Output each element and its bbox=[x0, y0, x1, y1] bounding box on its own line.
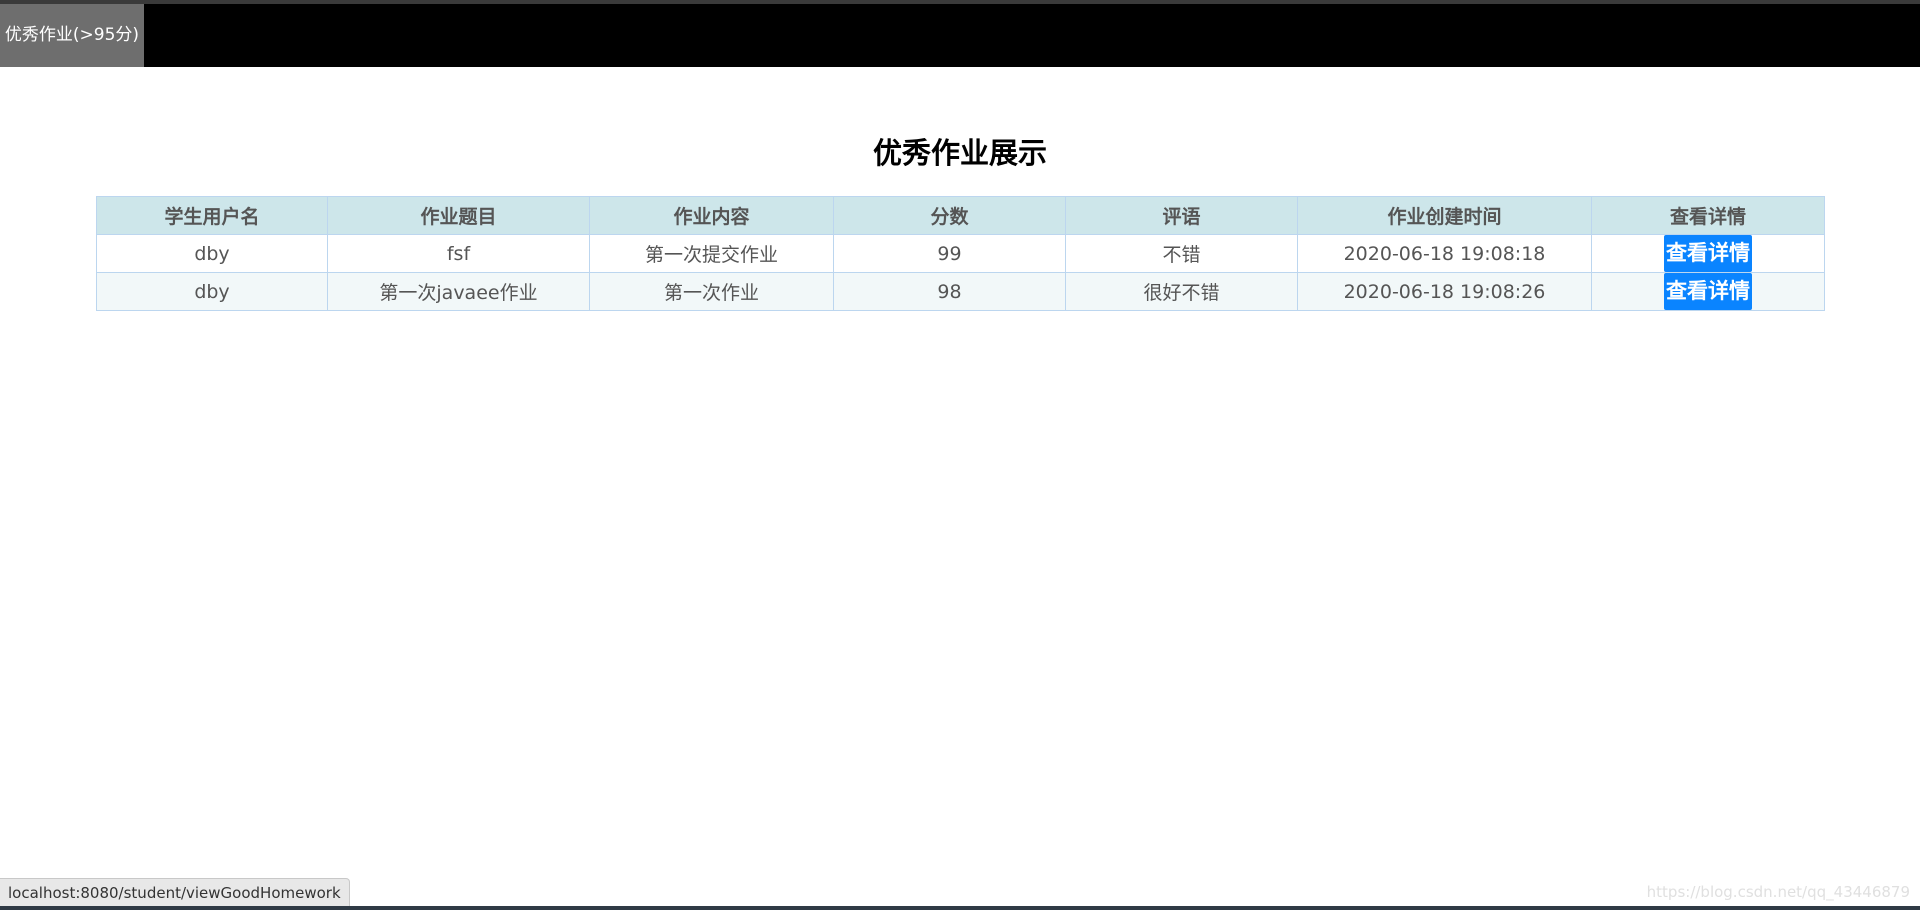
homework-table: 学生用户名 作业题目 作业内容 分数 评语 作业创建时间 查看详情 dby fs… bbox=[96, 196, 1825, 311]
cell-content: 第一次作业 bbox=[589, 272, 834, 311]
cell-homework-title: fsf bbox=[327, 234, 590, 273]
page-title: 优秀作业展示 bbox=[872, 136, 1047, 170]
nav-tab-good-homework[interactable]: 优秀作业(>95分) bbox=[0, 4, 144, 67]
cell-details: 查看详情 bbox=[1591, 234, 1825, 273]
table-header-row: 学生用户名 作业题目 作业内容 分数 评语 作业创建时间 查看详情 bbox=[96, 196, 1825, 235]
column-header-created-at: 作业创建时间 bbox=[1297, 196, 1592, 235]
column-header-comment: 评语 bbox=[1065, 196, 1298, 235]
cell-username: dby bbox=[96, 272, 328, 311]
column-header-details: 查看详情 bbox=[1591, 196, 1825, 235]
column-header-score: 分数 bbox=[833, 196, 1066, 235]
table-row: dby 第一次javaee作业 第一次作业 98 很好不错 2020-06-18… bbox=[96, 272, 1825, 311]
cell-score: 98 bbox=[833, 272, 1066, 311]
column-header-content: 作业内容 bbox=[589, 196, 834, 235]
window-bottom-border bbox=[0, 906, 1920, 910]
column-header-homework-title: 作业题目 bbox=[327, 196, 590, 235]
view-details-button[interactable]: 查看详情 bbox=[1664, 273, 1752, 310]
cell-created-at: 2020-06-18 19:08:18 bbox=[1297, 234, 1592, 273]
cell-created-at: 2020-06-18 19:08:26 bbox=[1297, 272, 1592, 311]
view-details-button[interactable]: 查看详情 bbox=[1664, 235, 1752, 272]
cell-homework-title: 第一次javaee作业 bbox=[327, 272, 590, 311]
top-navbar: 优秀作业(>95分) bbox=[0, 4, 1920, 67]
cell-score: 99 bbox=[833, 234, 1066, 273]
cell-content: 第一次提交作业 bbox=[589, 234, 834, 273]
column-header-username: 学生用户名 bbox=[96, 196, 328, 235]
watermark: https://blog.csdn.net/qq_43446879 bbox=[1646, 883, 1910, 901]
cell-details: 查看详情 bbox=[1591, 272, 1825, 311]
cell-comment: 不错 bbox=[1065, 234, 1298, 273]
table-row: dby fsf 第一次提交作业 99 不错 2020-06-18 19:08:1… bbox=[96, 234, 1825, 273]
cell-comment: 很好不错 bbox=[1065, 272, 1298, 311]
cell-username: dby bbox=[96, 234, 328, 273]
status-bar-url: localhost:8080/student/viewGoodHomework bbox=[0, 878, 350, 908]
